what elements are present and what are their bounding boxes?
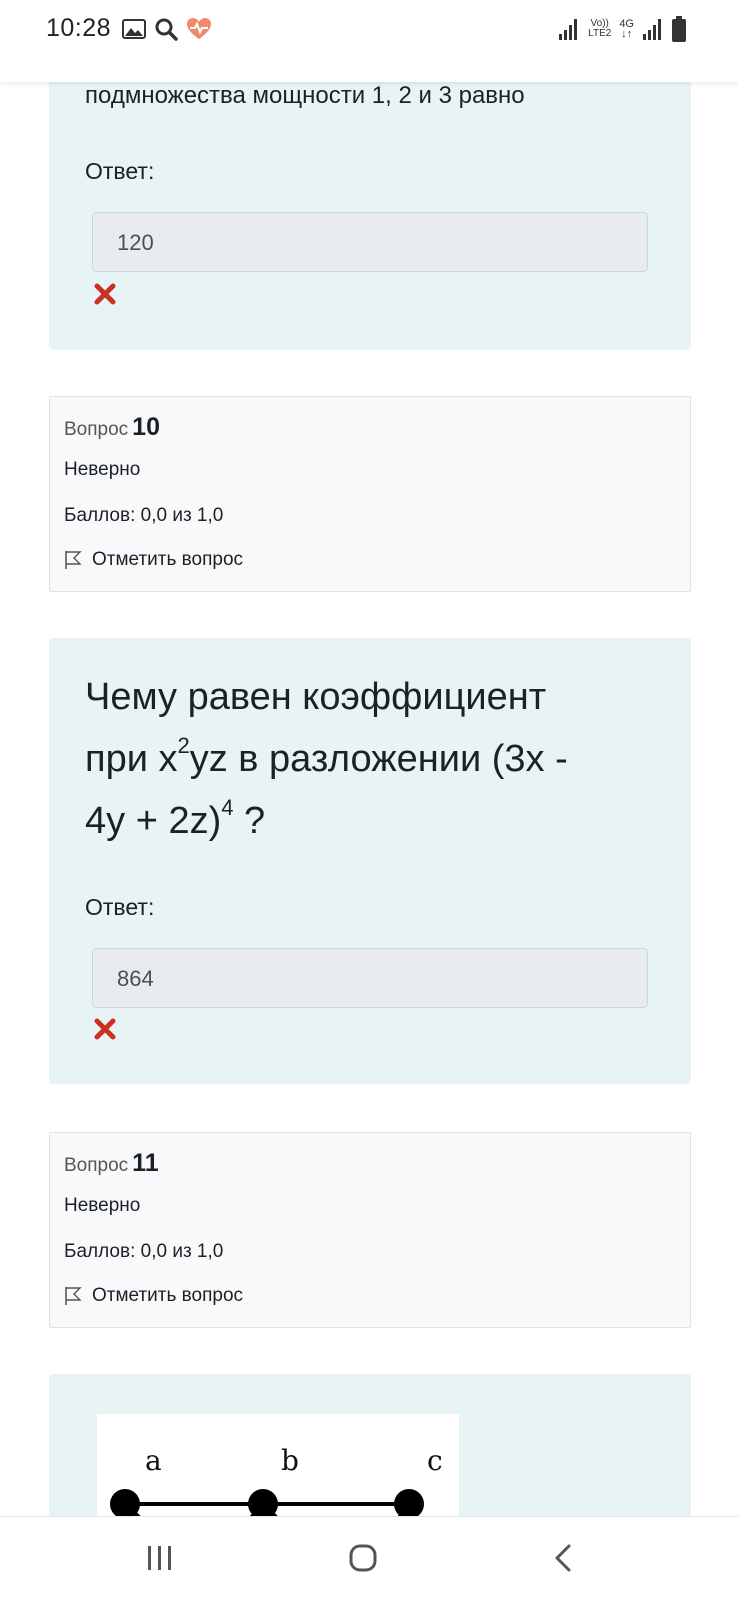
volte-label: Vo)) LTE2 (588, 18, 612, 39)
incorrect-icon (94, 1018, 116, 1040)
question-number: 11 (132, 1149, 159, 1177)
question9-text-box: подмножества мощности 1, 2 и 3 равно Отв… (49, 60, 691, 350)
graph-label-b: b (281, 1444, 299, 1477)
question9-answer-field[interactable]: 120 (92, 212, 648, 272)
recent-apps-icon[interactable] (146, 1543, 174, 1573)
flag-label: Отметить вопрос (92, 549, 244, 570)
flag-label: Отметить вопрос (92, 1285, 244, 1306)
question11-state: Неверно (64, 1195, 141, 1216)
gallery-icon (122, 19, 146, 39)
question-prefix: Вопрос (64, 419, 129, 440)
signal-icon (643, 19, 661, 40)
navigation-bar (0, 1516, 738, 1601)
question10-line1: Чему равен коэффициент (85, 676, 547, 718)
graph-vertex (110, 1489, 140, 1519)
status-bar: 10:28 Vo)) LTE2 4G ↓↑ (0, 0, 738, 82)
question9-answer-label: Ответ: (85, 158, 155, 184)
question11-flag-link[interactable]: Отметить вопрос (64, 1285, 243, 1307)
question-number: 10 (132, 413, 160, 441)
page-content: подмножества мощности 1, 2 и 3 равно Отв… (0, 0, 738, 1600)
question10-text: Чему равен коэффициент при x2yz в разлож… (85, 666, 665, 852)
home-icon[interactable] (348, 1543, 378, 1573)
question11-text-box: a b c (49, 1374, 691, 1536)
question10-line3: 4y + 2z)4 ? (85, 795, 266, 843)
question10-number-line: Вопрос 10 (64, 413, 160, 442)
graph-vertex (248, 1489, 278, 1519)
status-time: 10:28 (46, 14, 112, 42)
flag-icon (65, 551, 82, 569)
question11-number-line: Вопрос 11 (64, 1149, 159, 1178)
search-icon (155, 18, 178, 41)
question10-line2: при x2yz в разложении (3x - (85, 733, 568, 781)
question11-info-box: Вопрос 11 Неверно Баллов: 0,0 из 1,0 Отме… (49, 1132, 691, 1328)
flag-icon (65, 1287, 82, 1305)
graph-vertex (394, 1489, 424, 1519)
battery-icon (672, 16, 686, 42)
signal-icon (559, 19, 578, 40)
back-icon[interactable] (552, 1543, 574, 1573)
network-type-label: 4G ↓↑ (619, 18, 634, 40)
question10-flag-link[interactable]: Отметить вопрос (64, 549, 243, 571)
question10-text-box: Чему равен коэффициент при x2yz в разлож… (49, 638, 691, 1084)
health-icon (187, 18, 211, 39)
question10-grade: Баллов: 0,0 из 1,0 (64, 505, 224, 526)
question-prefix: Вопрос (64, 1155, 129, 1176)
question10-answer-label: Ответ: (85, 894, 155, 920)
question9-text: подмножества мощности 1, 2 и 3 равно (85, 82, 525, 109)
incorrect-icon (94, 283, 116, 305)
question11-grade: Баллов: 0,0 из 1,0 (64, 1241, 224, 1262)
graph-label-c: c (427, 1444, 443, 1477)
graph-label-a: a (145, 1444, 162, 1477)
question10-state: Неверно (64, 459, 141, 480)
question10-info-box: Вопрос 10 Неверно Баллов: 0,0 из 1,0 Отме… (49, 396, 691, 592)
question10-answer-field[interactable]: 864 (92, 948, 648, 1008)
